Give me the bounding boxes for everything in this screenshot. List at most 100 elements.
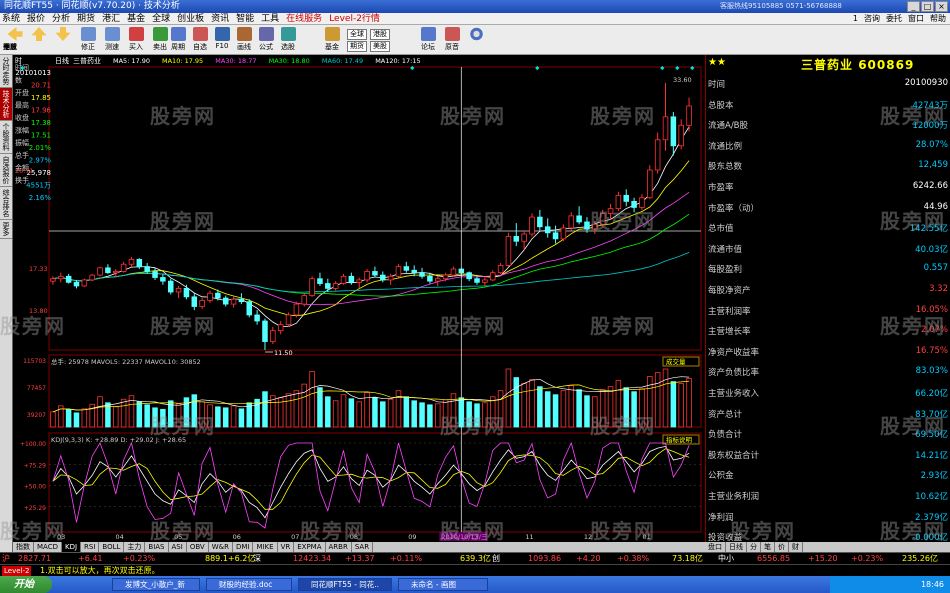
period-label: 日线 — [55, 56, 69, 65]
volume-bar — [434, 403, 441, 428]
minimize-button[interactable]: _ — [907, 1, 920, 12]
view-tab[interactable]: 个股资料 — [0, 121, 12, 154]
menu-item[interactable]: 全球 — [152, 13, 170, 25]
menu-right-item[interactable]: 帮助 — [930, 13, 946, 25]
menu-item[interactable]: 工具 — [261, 13, 279, 25]
us-button[interactable]: 美股 — [370, 41, 390, 52]
volume-bar — [325, 396, 331, 428]
toolbar-button[interactable]: 卖出 — [150, 27, 170, 53]
toolbar-button[interactable]: 周期 — [168, 27, 188, 53]
menu-item[interactable]: 基金 — [127, 13, 145, 25]
menu-right-item[interactable]: 咨询 — [864, 13, 880, 25]
menu-item[interactable]: 创业板 — [177, 13, 204, 25]
indicator-tab[interactable]: W&R — [209, 542, 233, 552]
menu-item[interactable]: 系统 — [2, 13, 20, 25]
volume-bar — [552, 394, 559, 428]
up-button[interactable] — [29, 27, 49, 53]
toolbar-button[interactable]: 画线 — [234, 27, 254, 53]
candle-body — [340, 275, 347, 284]
candle-body — [552, 232, 559, 240]
indicator-tab[interactable]: OBV — [187, 542, 209, 552]
indicator-tab[interactable]: 主力 — [124, 542, 146, 552]
toolbar-button[interactable]: 修正 — [78, 27, 98, 53]
taskbar-task[interactable]: 未命名 - 画图 — [398, 578, 488, 591]
volume-bar — [560, 390, 567, 428]
info-value: 42743万 — [912, 100, 948, 111]
right-tab[interactable]: 分 — [747, 542, 761, 552]
ma-legend: MA10: 17.95 — [162, 57, 203, 65]
menu-item[interactable]: 报价 — [27, 13, 45, 25]
start-button[interactable]: 开始 — [0, 576, 52, 593]
toolbar-button[interactable]: 原音 — [442, 27, 462, 53]
view-tab[interactable]: 综合排名 — [0, 187, 12, 220]
toolbar-button[interactable]: 美股 — [0, 27, 20, 53]
toolbar-button[interactable]: 买入 — [126, 27, 146, 53]
menu-item[interactable]: Level-2行情 — [329, 13, 380, 25]
hk-button[interactable]: 港股 — [370, 29, 390, 40]
toolbar: 修正 测速 买入 卖出 周期 自选 F10 画线 公式 选股 基金 全球 期货 港股 美股 论坛 原音 全球 期… — [0, 25, 950, 55]
view-tab[interactable]: 技术分析 — [0, 88, 12, 121]
volume-bar — [301, 383, 308, 428]
menu-right-item[interactable]: 窗口 — [908, 13, 924, 25]
taskbar-task[interactable]: 财股的经验.doc — [206, 578, 292, 591]
toolbar-button[interactable]: 基金 — [322, 27, 342, 53]
stock-chart[interactable]: 时日线 三普药业 MA5: 17.90 MA10: 17.95 MA30: 18.77 M… — [13, 55, 705, 542]
menu-right-item[interactable]: 委托 — [886, 13, 902, 25]
toolbar-button[interactable]: 选股 — [278, 27, 298, 53]
menu-item[interactable]: 资讯 — [211, 13, 229, 25]
indicator-tab[interactable]: ARBR — [326, 542, 352, 552]
right-tab[interactable]: 价 — [775, 542, 789, 552]
toolbar-button[interactable]: 公式 — [256, 27, 276, 53]
global-button[interactable]: 全球 — [347, 29, 367, 40]
right-tab[interactable]: 盘口 — [705, 542, 726, 552]
indicator-tab[interactable]: SAR — [352, 542, 374, 552]
info-label: 净资产收益率 — [708, 347, 760, 358]
candle-body — [654, 139, 661, 171]
candle-body — [474, 278, 480, 283]
candle-body — [615, 194, 622, 210]
right-tab[interactable]: 笔 — [761, 542, 775, 552]
menu-item[interactable]: 分析 — [52, 13, 70, 25]
settings-button[interactable] — [466, 27, 486, 53]
menu-item[interactable]: 智能 — [236, 13, 254, 25]
indicator-tab[interactable]: RSI — [81, 542, 100, 552]
view-tab[interactable]: 分时走势 — [0, 55, 12, 88]
toolbar-button[interactable]: 自选 — [190, 27, 210, 53]
menu-item[interactable]: 港汇 — [102, 13, 120, 25]
right-tab[interactable]: 日线 — [726, 542, 747, 552]
toolbar-icon — [280, 27, 296, 41]
toolbar-button[interactable]: 测速 — [102, 27, 122, 53]
indicator-tab[interactable]: 指数 — [13, 542, 34, 552]
taskbar-task[interactable]: 同花顺FT55 - 同花.. — [298, 578, 392, 591]
maximize-button[interactable]: □ — [921, 1, 934, 12]
indicator-tab[interactable]: DMI — [233, 542, 254, 552]
stock-title: 三普药业 600869 — [801, 58, 915, 72]
menu-item[interactable]: 在线服务 — [286, 13, 322, 25]
indicator-tab[interactable]: BIAS — [145, 542, 169, 552]
indicator-tab[interactable]: MIKE — [253, 542, 278, 552]
close-button[interactable]: × — [935, 1, 948, 12]
menu-right-item[interactable]: 1 — [853, 13, 858, 25]
date-tick: 03 — [57, 533, 65, 541]
volume-axis-label: 77457 — [27, 385, 46, 392]
indicator-tab[interactable]: EXPMA — [294, 542, 326, 552]
view-tab[interactable]: 自选报价 — [0, 154, 12, 187]
indicator-tab[interactable]: BOLL — [99, 542, 125, 552]
indicator-tab[interactable]: VR — [278, 542, 295, 552]
right-tab[interactable]: 财 — [789, 542, 803, 552]
view-tab[interactable]: 更多 — [0, 220, 12, 239]
menu-item[interactable]: 期货 — [77, 13, 95, 25]
indicator-tab[interactable]: ASI — [169, 542, 187, 552]
candle-body — [427, 275, 433, 282]
level2-badge[interactable]: Level-2 — [2, 566, 32, 576]
toolbar-button[interactable]: F10 — [212, 27, 232, 53]
indicator-tab[interactable]: MACD — [34, 542, 62, 552]
futures-button[interactable]: 期货 — [347, 41, 367, 52]
kdj-badge: 指标说明 — [666, 435, 693, 444]
down-button[interactable] — [53, 27, 73, 53]
indicator-tab[interactable]: KDJ — [61, 542, 82, 552]
info-label: 股东总数 — [708, 162, 743, 173]
info-row: 市盈率 6242.66 — [706, 176, 950, 198]
toolbar-button[interactable]: 论坛 — [418, 27, 438, 53]
taskbar-task[interactable]: 发博文_小散户_新 — [112, 578, 200, 591]
